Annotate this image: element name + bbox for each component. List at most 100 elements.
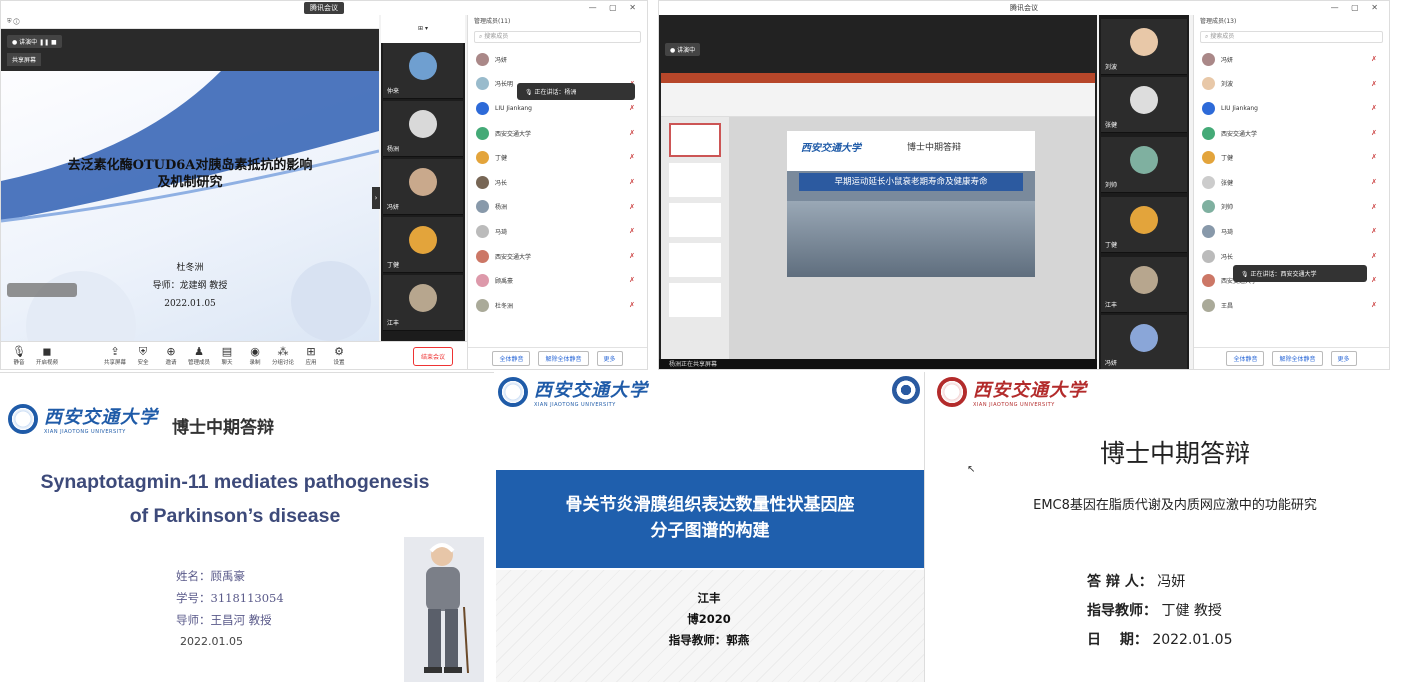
- thesis-title: EMC8基因在脂质代谢及内质网应激中的功能研究: [1033, 498, 1317, 513]
- collage: 腾讯会议 — ▢ ✕ ⛨ ⓘ ● 讲演中 ❚❚ ■ 共享屏幕 去泛素化酶OTUD…: [0, 0, 1418, 682]
- status-badge: ● 讲演中 ❚❚ ■: [7, 35, 62, 48]
- video-tile[interactable]: 刘波: [1101, 19, 1187, 75]
- chat-button[interactable]: ▤ 聊天: [213, 345, 241, 366]
- participant-row[interactable]: 张健 ✗: [1194, 170, 1389, 195]
- apps-button[interactable]: ⊞ 应用: [297, 345, 325, 366]
- avatar: [1202, 52, 1215, 66]
- status-badge: ● 讲演中: [665, 43, 701, 56]
- speaking-popup: 🎙 正在讲话：杨洲: [517, 83, 635, 100]
- settings-button[interactable]: ⚙ 设置: [325, 344, 353, 366]
- participant-row[interactable]: 冯妍: [468, 47, 647, 72]
- slide-thumb[interactable]: [669, 123, 721, 157]
- mic-muted-icon: ✗: [629, 227, 635, 236]
- record-button[interactable]: ◉ 录制: [241, 345, 269, 366]
- video-tile[interactable]: 冯妍: [1101, 315, 1187, 369]
- video-tile[interactable]: 丁健: [383, 217, 463, 273]
- powerpoint-window: 西安交通大学 博士中期答辩 早期运动延长小鼠衰老期寿命及健康寿命: [661, 73, 1095, 363]
- window-controls[interactable]: — ▢ ✕: [1331, 1, 1383, 15]
- participant-row[interactable]: 冯妍 ✗: [1194, 47, 1389, 72]
- student-class: 博2020: [687, 612, 731, 626]
- video-tile[interactable]: 刘帅: [1101, 137, 1187, 193]
- avatar: [409, 168, 437, 196]
- status-text: 讲演中: [19, 39, 38, 46]
- slide-thumb[interactable]: [669, 283, 721, 317]
- university-logo: 西安交通大学 XIAN JIAOTONG UNIVERSITY: [937, 376, 1087, 408]
- collapse-panel-button[interactable]: ›: [372, 187, 380, 209]
- video-name: 江丰: [1105, 302, 1118, 309]
- gear-icon: ⚙: [334, 344, 344, 358]
- mute-button[interactable]: 🎙 静音: [5, 345, 33, 366]
- mute-all-button[interactable]: 全体静音: [1226, 351, 1265, 366]
- title-bar: 腾讯会议 — ▢ ✕: [1, 1, 647, 15]
- participant-row[interactable]: 杜冬洲 ✗: [468, 293, 647, 318]
- advisor: 导师：王昌河 教授: [176, 613, 272, 627]
- participant-row[interactable]: 王昌 ✗: [1194, 293, 1389, 318]
- participants-footer: 全体静音 解除全体静音 更多: [468, 347, 647, 369]
- participant-row[interactable]: LIU Jiankang ✗: [1194, 96, 1389, 121]
- more-button[interactable]: 更多: [596, 351, 623, 366]
- participant-row[interactable]: 杨洲 ✗: [468, 195, 647, 220]
- avatar: [409, 284, 437, 312]
- search-input[interactable]: ⌕ 搜索成员: [474, 31, 641, 43]
- participant-row[interactable]: 丁健 ✗: [1194, 145, 1389, 170]
- title-banner: 骨关节炎滑膜组织表达数量性状基因座 分子图谱的构建: [496, 470, 924, 568]
- meeting-toolbar: 🎙 静音 ◼ 开启视频 ⇪ 共享屏幕 ⛨ 安全 ⊕ 邀请 ♟ 管理成员 ▤ 聊天 ◉ 录制 ⁂ 分…: [1, 341, 467, 369]
- video-button[interactable]: ◼ 开启视频: [33, 345, 61, 366]
- school-name: 西安交通大学: [534, 380, 648, 401]
- defense-label: 博士中期答辩: [172, 418, 274, 438]
- end-meeting-button[interactable]: 结束会议: [412, 347, 453, 366]
- participant-row[interactable]: 西安交通大学✗: [1194, 121, 1389, 146]
- participant-row[interactable]: 西安交通大学✗: [468, 244, 647, 269]
- view-switcher[interactable]: ⊞ ▾: [381, 15, 465, 43]
- video-name: 仲来: [387, 88, 400, 95]
- invite-button[interactable]: ⊕ 邀请: [157, 345, 185, 366]
- mic-muted-icon: ✗: [1371, 104, 1377, 113]
- video-tile[interactable]: 冯妍: [383, 159, 463, 215]
- more-button[interactable]: 更多: [1330, 351, 1357, 366]
- video-tile[interactable]: 江丰: [1101, 257, 1187, 313]
- avatar: [476, 175, 489, 189]
- participant-row[interactable]: 顾禹豪 ✗: [468, 268, 647, 293]
- video-tile[interactable]: 仲来: [383, 43, 463, 99]
- avatar: [1202, 274, 1215, 288]
- participants-panel: 管理成员(11) ⌕ 搜索成员 冯妍 冯长明✗ LIU Jiankang✗ 西安…: [467, 15, 647, 369]
- avatar: [476, 298, 489, 312]
- video-name: 冯妍: [387, 204, 400, 211]
- participants-footer: 全体静音 解除全体静音 更多: [1194, 347, 1389, 369]
- video-tile[interactable]: 丁健: [1101, 197, 1187, 253]
- video-name: 冯妍: [1105, 360, 1118, 367]
- manage-members-button[interactable]: ♟ 管理成员: [185, 345, 213, 366]
- mic-muted-icon: ✗: [629, 251, 635, 260]
- video-tile[interactable]: 江丰: [383, 275, 463, 331]
- avatar: [1202, 224, 1215, 238]
- share-screen-button[interactable]: ⇪ 共享屏幕: [101, 344, 129, 366]
- participants-header: 管理成员(13): [1200, 18, 1237, 25]
- slide-thumb[interactable]: [669, 163, 721, 197]
- search-input[interactable]: ⌕ 搜索成员: [1200, 31, 1383, 43]
- participant-row[interactable]: 马琦 ✗: [1194, 219, 1389, 244]
- unmute-all-button[interactable]: 解除全体静音: [1272, 351, 1323, 366]
- slide-thumb[interactable]: [669, 203, 721, 237]
- participant-row[interactable]: 刘帅 ✗: [1194, 195, 1389, 220]
- mic-muted-icon: ✗: [629, 177, 635, 186]
- unmute-all-button[interactable]: 解除全体静音: [538, 351, 589, 366]
- participant-row[interactable]: 马琦 ✗: [468, 219, 647, 244]
- mute-all-button[interactable]: 全体静音: [492, 351, 531, 366]
- security-button[interactable]: ⛨ 安全: [129, 345, 157, 366]
- avatar: [1202, 77, 1215, 91]
- respondent: 冯妍: [1157, 574, 1186, 590]
- video-tile[interactable]: 杨洲: [383, 101, 463, 157]
- participant-row[interactable]: 冯长 ✗: [468, 170, 647, 195]
- video-tile[interactable]: 张健: [1101, 77, 1187, 133]
- window-controls[interactable]: — ▢ ✕: [589, 1, 641, 15]
- participant-row[interactable]: 刘波 ✗: [1194, 72, 1389, 97]
- breakout-button[interactable]: ⁂ 分组讨论: [269, 345, 297, 366]
- share-icon: ⇪: [110, 344, 120, 358]
- meeting-window-left: 腾讯会议 — ▢ ✕ ⛨ ⓘ ● 讲演中 ❚❚ ■ 共享屏幕 去泛素化酶OTUD…: [0, 0, 648, 370]
- school-name-en: XIAN JIAOTONG UNIVERSITY: [973, 402, 1055, 408]
- participant-row[interactable]: 西安交通大学✗: [468, 121, 647, 146]
- slide-osteoarthritis: 西安交通大学 XIAN JIAOTONG UNIVERSITY 骨关节炎滑膜组织表…: [494, 372, 924, 682]
- mic-muted-icon: ✗: [629, 128, 635, 137]
- slide-thumb[interactable]: [669, 243, 721, 277]
- participant-row[interactable]: 丁健 ✗: [468, 145, 647, 170]
